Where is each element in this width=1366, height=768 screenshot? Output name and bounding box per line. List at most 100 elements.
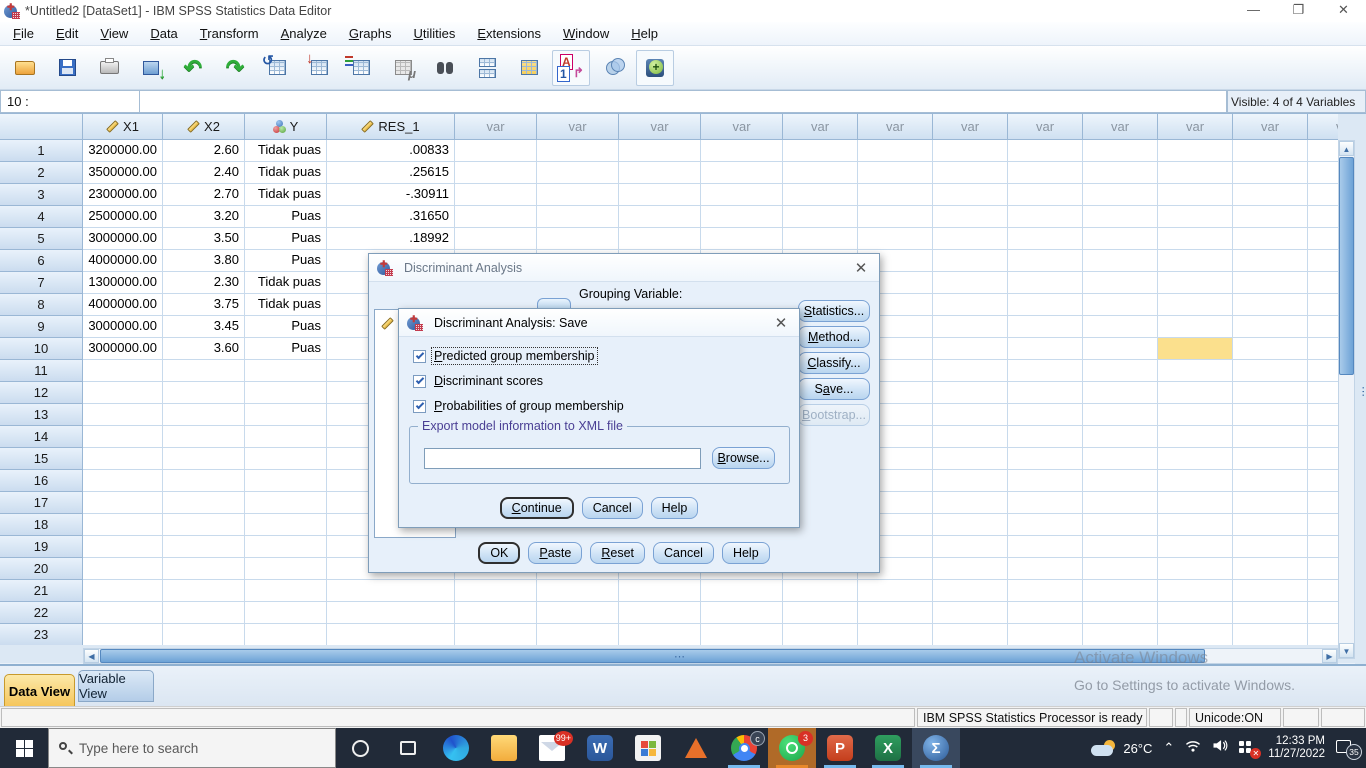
cell-19-var10[interactable] [1158, 536, 1233, 558]
cell-21-var5[interactable] [783, 580, 858, 602]
cell-13-var10[interactable] [1158, 404, 1233, 426]
taskbar-app-store[interactable] [624, 728, 672, 768]
cell-21-X1[interactable] [83, 580, 163, 602]
cell-15-X1[interactable] [83, 448, 163, 470]
column-header-X1[interactable]: X1 [83, 114, 163, 140]
cell-21-var4[interactable] [701, 580, 783, 602]
cell-8-var11[interactable] [1233, 294, 1308, 316]
cell-16-var11[interactable] [1233, 470, 1308, 492]
split-file-icon[interactable] [468, 50, 506, 86]
cell-13-var7[interactable] [933, 404, 1008, 426]
cell-10-Y[interactable]: Puas [245, 338, 327, 360]
cell-14-X2[interactable] [163, 426, 245, 448]
cell-8-X2[interactable]: 3.75 [163, 294, 245, 316]
cell-10-X2[interactable]: 3.60 [163, 338, 245, 360]
row-header-10[interactable]: 10 [0, 338, 83, 360]
print-icon[interactable] [90, 50, 128, 86]
cell-11-X1[interactable] [83, 360, 163, 382]
checkbox-label[interactable]: Probabilities of group membership [432, 398, 626, 414]
cell-6-var10[interactable] [1158, 250, 1233, 272]
row-header-6[interactable]: 6 [0, 250, 83, 272]
column-header-var-7[interactable]: var [933, 114, 1008, 140]
cell-23-X1[interactable] [83, 624, 163, 645]
cell-12-X1[interactable] [83, 382, 163, 404]
cell-4-var6[interactable] [858, 206, 933, 228]
cell-23-var5[interactable] [783, 624, 858, 645]
taskbar-app-word[interactable]: W [576, 728, 624, 768]
cell-1-var5[interactable] [783, 140, 858, 162]
cell-16-X1[interactable] [83, 470, 163, 492]
cell-5-var5[interactable] [783, 228, 858, 250]
cell-17-var12[interactable] [1308, 492, 1338, 514]
cell-8-var9[interactable] [1083, 294, 1158, 316]
cell-5-var1[interactable] [455, 228, 537, 250]
row-header-5[interactable]: 5 [0, 228, 83, 250]
cell-22-var10[interactable] [1158, 602, 1233, 624]
cell-20-var12[interactable] [1308, 558, 1338, 580]
cell-4-var1[interactable] [455, 206, 537, 228]
redo-icon[interactable]: ↷ [216, 50, 254, 86]
cell-9-var7[interactable] [933, 316, 1008, 338]
row-header-17[interactable]: 17 [0, 492, 83, 514]
cell-21-var1[interactable] [455, 580, 537, 602]
cell-2-var3[interactable] [619, 162, 701, 184]
cell-15-X2[interactable] [163, 448, 245, 470]
cell-8-var12[interactable] [1308, 294, 1338, 316]
cell-3-X1[interactable]: 2300000.00 [83, 184, 163, 206]
cell-4-var3[interactable] [619, 206, 701, 228]
cell-18-var10[interactable] [1158, 514, 1233, 536]
cell-13-X2[interactable] [163, 404, 245, 426]
cell-18-var12[interactable] [1308, 514, 1338, 536]
tab-variable-view[interactable]: Variable View [78, 670, 154, 702]
cancel-button[interactable]: Cancel [653, 542, 714, 564]
cell-18-var9[interactable] [1083, 514, 1158, 536]
cell-9-X1[interactable]: 3000000.00 [83, 316, 163, 338]
cell-5-var3[interactable] [619, 228, 701, 250]
cell-13-X1[interactable] [83, 404, 163, 426]
cell-5-var9[interactable] [1083, 228, 1158, 250]
cell-1-X2[interactable]: 2.60 [163, 140, 245, 162]
cell-11-var8[interactable] [1008, 360, 1083, 382]
cell-10-var7[interactable] [933, 338, 1008, 360]
menu-extensions[interactable]: Extensions [466, 23, 552, 44]
cell-1-var9[interactable] [1083, 140, 1158, 162]
cell-21-var8[interactable] [1008, 580, 1083, 602]
menu-analyze[interactable]: Analyze [270, 23, 338, 44]
column-header-var-6[interactable]: var [858, 114, 933, 140]
cell-14-var11[interactable] [1233, 426, 1308, 448]
cell-23-var9[interactable] [1083, 624, 1158, 645]
cell-15-var11[interactable] [1233, 448, 1308, 470]
save-button[interactable]: Sa ve... [798, 378, 870, 400]
cell-3-X2[interactable]: 2.70 [163, 184, 245, 206]
cell-12-var12[interactable] [1308, 382, 1338, 404]
row-header-20[interactable]: 20 [0, 558, 83, 580]
cell-8-var7[interactable] [933, 294, 1008, 316]
cell-15-var12[interactable] [1308, 448, 1338, 470]
menu-window[interactable]: Window [552, 23, 620, 44]
column-header-var-8[interactable]: var [1008, 114, 1083, 140]
cell-21-X2[interactable] [163, 580, 245, 602]
dialog-close-icon[interactable]: ✕ [771, 314, 791, 332]
start-button[interactable] [0, 728, 48, 768]
cancel-button[interactable]: Cancel [581, 497, 643, 519]
cell-11-var12[interactable] [1308, 360, 1338, 382]
cell-1-X1[interactable]: 3200000.00 [83, 140, 163, 162]
cell-5-var10[interactable] [1158, 228, 1233, 250]
cell-22-var11[interactable] [1233, 602, 1308, 624]
cell-21-RES_1[interactable] [327, 580, 455, 602]
cell-20-X2[interactable] [163, 558, 245, 580]
cell-3-var3[interactable] [619, 184, 701, 206]
cell-8-X1[interactable]: 4000000.00 [83, 294, 163, 316]
vertical-scroll-thumb[interactable] [1339, 157, 1354, 375]
cell-6-X2[interactable]: 3.80 [163, 250, 245, 272]
cell-21-var9[interactable] [1083, 580, 1158, 602]
cell-20-var8[interactable] [1008, 558, 1083, 580]
select-cases-icon[interactable] [510, 50, 548, 86]
cell-4-var10[interactable] [1158, 206, 1233, 228]
cell-4-var4[interactable] [701, 206, 783, 228]
cell-1-RES_1[interactable]: .00833 [327, 140, 455, 162]
cell-23-var6[interactable] [858, 624, 933, 645]
cell-21-var7[interactable] [933, 580, 1008, 602]
cell-18-Y[interactable] [245, 514, 327, 536]
cell-22-var4[interactable] [701, 602, 783, 624]
